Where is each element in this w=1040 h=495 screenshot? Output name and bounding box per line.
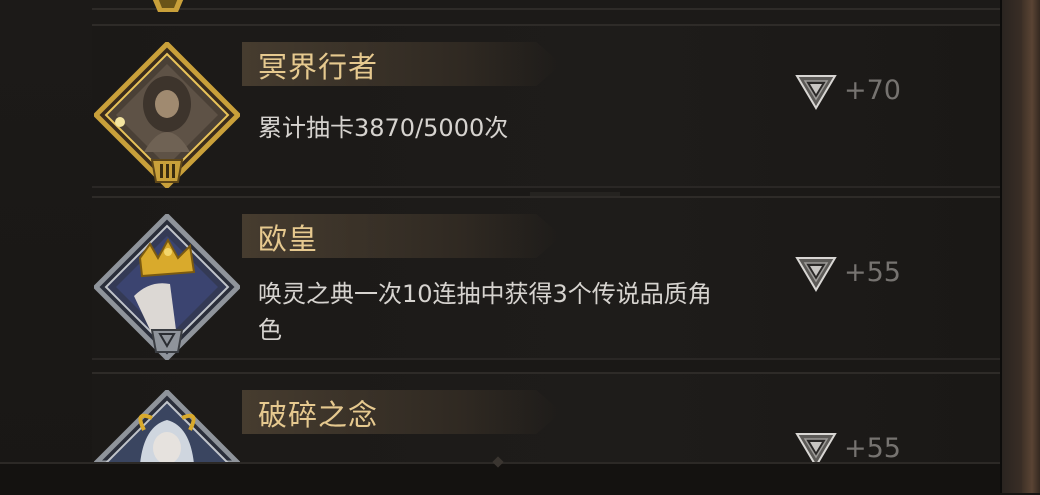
achievement-row-2[interactable]: 欧皇 唤灵之典一次10连抽中获得3个传说品质角色 +55 xyxy=(92,196,1000,360)
triangle-gem-icon xyxy=(795,75,837,110)
horned-warrior-portrait-icon xyxy=(94,390,240,464)
reward: +55 xyxy=(794,252,901,292)
previous-row-fragment xyxy=(92,0,1000,10)
triangle-gem-icon xyxy=(795,257,837,292)
achievement-title: 破碎之念 xyxy=(258,398,379,432)
achievement-description: 累计抽卡3870/5000次 xyxy=(258,114,509,142)
bottom-bar xyxy=(0,462,1000,495)
achievement-row-3[interactable]: 破碎之念 +55 xyxy=(92,372,1000,468)
crowned-king-portrait-icon xyxy=(94,214,240,360)
reward-value: +70 xyxy=(844,74,901,106)
achievement-list-panel: 冥界行者 累计抽卡3870/5000次 +70 欧皇 唤灵之典一次10连抽中获得… xyxy=(0,0,1000,495)
achievement-title: 欧皇 xyxy=(258,222,319,256)
previous-badge-icon xyxy=(152,0,184,12)
achievement-row-1[interactable]: 冥界行者 累计抽卡3870/5000次 +70 xyxy=(92,24,1000,188)
side-frame xyxy=(1000,0,1040,493)
side-frame-rim xyxy=(1022,0,1040,493)
hooded-wanderer-portrait-icon xyxy=(94,42,240,188)
achievement-description: 唤灵之典一次10连抽中获得3个传说品质角色 xyxy=(258,280,712,344)
reward-value: +55 xyxy=(844,432,901,464)
reward-value: +55 xyxy=(844,256,901,288)
achievement-title: 冥界行者 xyxy=(258,50,379,84)
reward: +70 xyxy=(794,70,901,110)
